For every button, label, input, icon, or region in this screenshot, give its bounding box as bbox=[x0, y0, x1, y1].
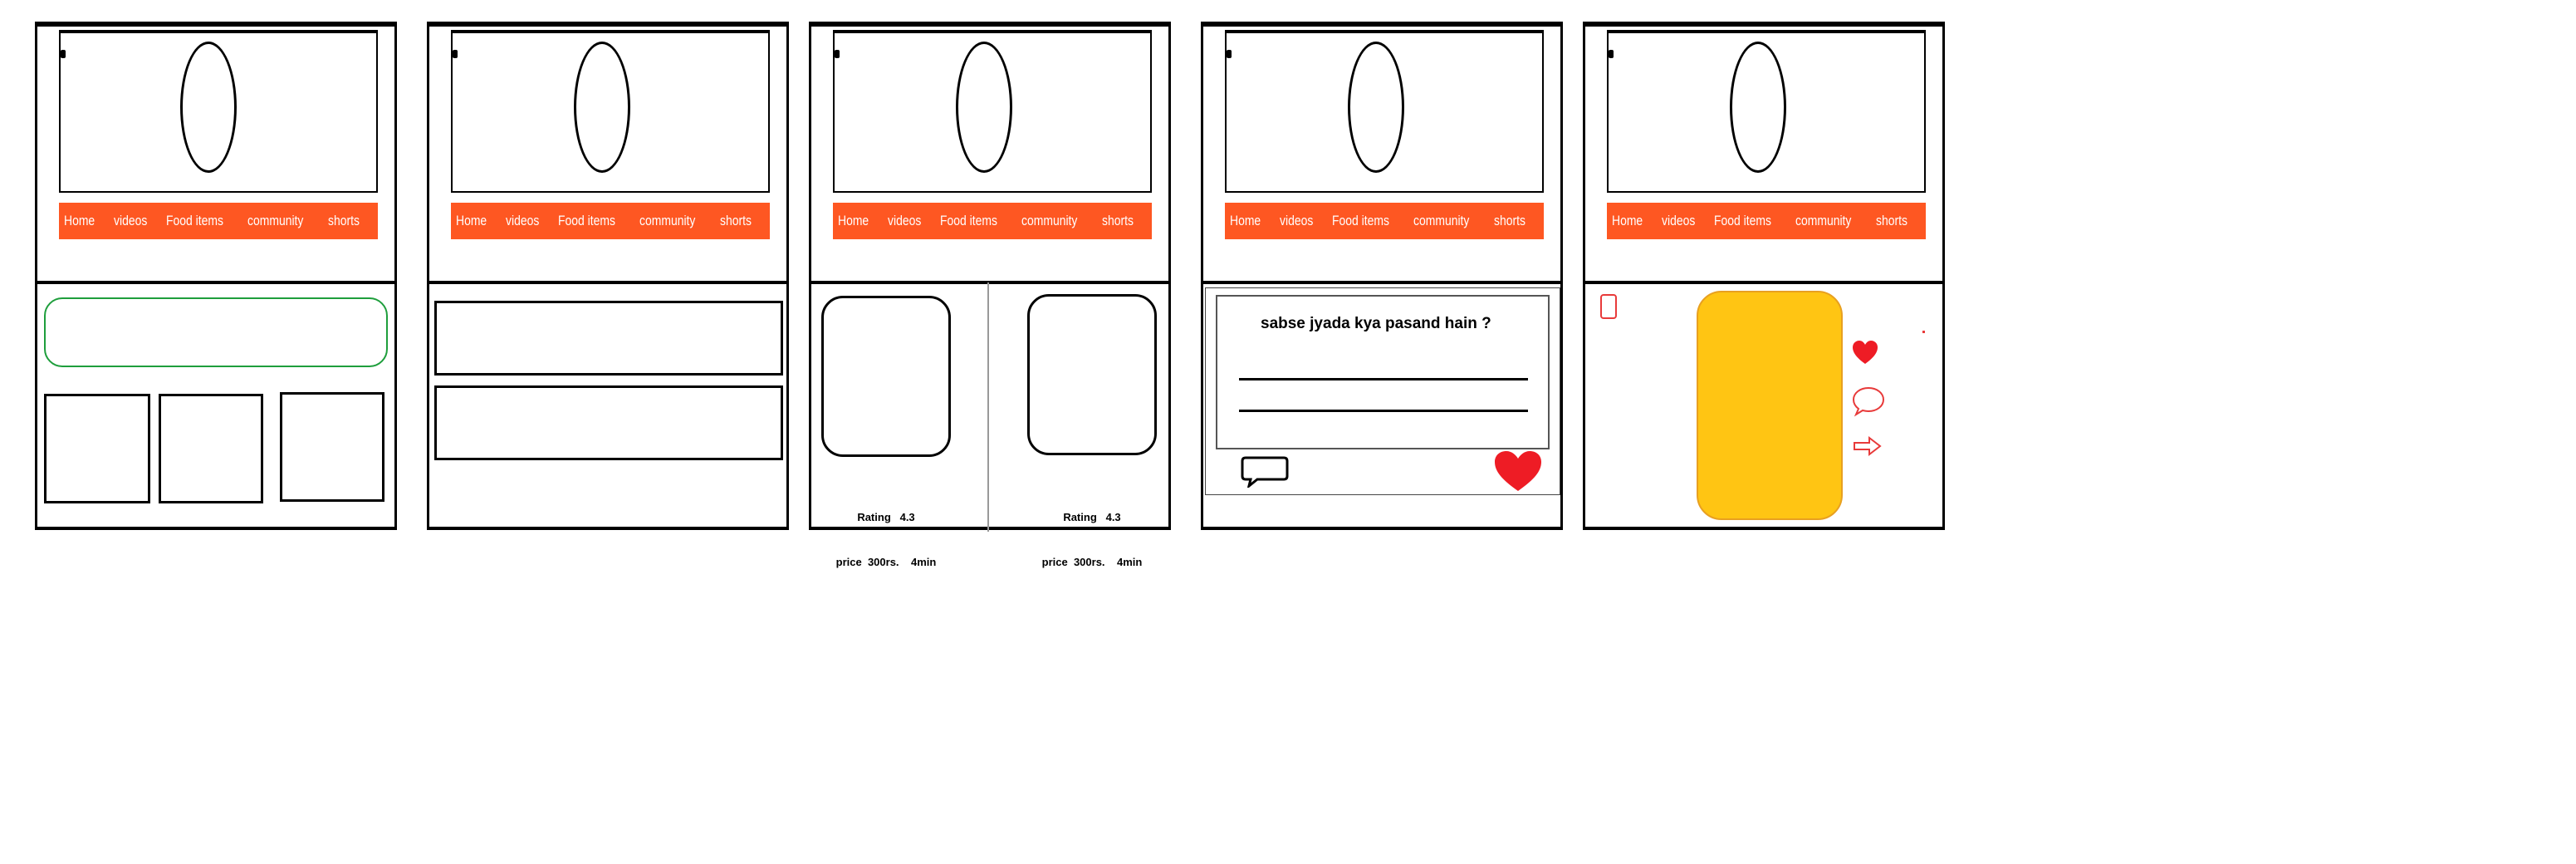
nav-videos[interactable]: videos bbox=[888, 213, 921, 229]
poll-option-line[interactable] bbox=[1239, 410, 1528, 412]
nav-home[interactable]: Home bbox=[1612, 213, 1643, 229]
header-banner bbox=[1607, 30, 1926, 193]
nav-bar: Home videos Food items community shorts bbox=[1607, 203, 1926, 239]
nav-shorts[interactable]: shorts bbox=[1102, 213, 1134, 229]
nav-food-items[interactable]: Food items bbox=[1332, 213, 1389, 229]
content-tile[interactable] bbox=[44, 394, 150, 503]
nav-shorts[interactable]: shorts bbox=[328, 213, 360, 229]
video-row[interactable] bbox=[434, 385, 783, 460]
wireframe-food-items: Home videos Food items community shorts … bbox=[809, 22, 1171, 568]
nav-home[interactable]: Home bbox=[838, 213, 869, 229]
price-text: price 300rs. 4min bbox=[1041, 556, 1143, 568]
nav-community[interactable]: community bbox=[639, 213, 695, 229]
nav-home[interactable]: Home bbox=[1230, 213, 1261, 229]
content-tile[interactable] bbox=[159, 394, 263, 503]
featured-banner-box[interactable] bbox=[44, 297, 388, 367]
nav-food-items[interactable]: Food items bbox=[940, 213, 997, 229]
nav-bar: Home videos Food items community shorts bbox=[59, 203, 378, 239]
banner-dot bbox=[453, 50, 458, 58]
nav-home[interactable]: Home bbox=[64, 213, 95, 229]
nav-videos[interactable]: videos bbox=[114, 213, 147, 229]
nav-community[interactable]: community bbox=[1413, 213, 1469, 229]
banner-dot bbox=[835, 50, 840, 58]
nav-shorts[interactable]: shorts bbox=[720, 213, 752, 229]
nav-shorts[interactable]: shorts bbox=[1876, 213, 1908, 229]
logo-oval bbox=[956, 42, 1012, 173]
heart-icon[interactable] bbox=[1851, 339, 1879, 366]
nav-videos[interactable]: videos bbox=[1280, 213, 1313, 229]
comment-icon[interactable] bbox=[1851, 385, 1886, 417]
rating-text: Rating 4.3 bbox=[857, 511, 915, 523]
price-text: price 300rs. 4min bbox=[835, 556, 937, 568]
section-divider bbox=[35, 281, 397, 284]
header-banner bbox=[833, 30, 1152, 193]
nav-community[interactable]: community bbox=[1795, 213, 1851, 229]
wireframe-shorts: Home videos Food items community shorts bbox=[1583, 22, 1945, 530]
red-dot-mark bbox=[1922, 331, 1925, 333]
short-video-player[interactable] bbox=[1697, 291, 1843, 520]
nav-home[interactable]: Home bbox=[456, 213, 487, 229]
wireframe-videos: Home videos Food items community shorts bbox=[427, 22, 789, 530]
nav-bar: Home videos Food items community shorts bbox=[833, 203, 1152, 239]
wireframe-community: Home videos Food items community shorts … bbox=[1201, 22, 1563, 530]
rating-text: Rating 4.3 bbox=[1063, 511, 1121, 523]
logo-oval bbox=[180, 42, 237, 173]
banner-dot bbox=[1227, 50, 1232, 58]
header-banner bbox=[1225, 30, 1544, 193]
food-card-image[interactable] bbox=[821, 296, 951, 457]
logo-oval bbox=[574, 42, 630, 173]
nav-shorts[interactable]: shorts bbox=[1494, 213, 1526, 229]
section-divider bbox=[1201, 281, 1563, 284]
wireframe-home: Home videos Food items community shorts bbox=[35, 22, 397, 530]
nav-community[interactable]: community bbox=[247, 213, 303, 229]
banner-dot bbox=[1609, 50, 1614, 58]
poll-option-line[interactable] bbox=[1239, 378, 1528, 380]
poll-question: sabse jyada kya pasand hain ? bbox=[1261, 315, 1491, 332]
header-banner bbox=[451, 30, 770, 193]
section-divider bbox=[809, 281, 1171, 284]
phone-icon[interactable] bbox=[1600, 294, 1617, 319]
video-row[interactable] bbox=[434, 301, 783, 376]
comment-icon[interactable] bbox=[1241, 454, 1290, 488]
nav-food-items[interactable]: Food items bbox=[166, 213, 223, 229]
nav-bar: Home videos Food items community shorts bbox=[451, 203, 770, 239]
poll-box: sabse jyada kya pasand hain ? bbox=[1216, 295, 1550, 449]
food-card-info: Rating 4.3 price 300rs. 4min bbox=[1026, 480, 1158, 600]
nav-community[interactable]: community bbox=[1021, 213, 1077, 229]
logo-oval bbox=[1348, 42, 1404, 173]
nav-food-items[interactable]: Food items bbox=[1714, 213, 1771, 229]
nav-videos[interactable]: videos bbox=[1662, 213, 1695, 229]
section-divider bbox=[1583, 281, 1945, 284]
nav-food-items[interactable]: Food items bbox=[558, 213, 615, 229]
share-arrow-icon[interactable] bbox=[1853, 435, 1883, 457]
food-card-image[interactable] bbox=[1027, 294, 1157, 455]
food-card-info: Rating 4.3 price 300rs. 4min bbox=[820, 480, 953, 600]
nav-videos[interactable]: videos bbox=[506, 213, 539, 229]
section-divider bbox=[427, 281, 789, 284]
header-banner bbox=[59, 30, 378, 193]
heart-icon[interactable] bbox=[1493, 449, 1543, 493]
column-divider bbox=[987, 282, 989, 532]
banner-dot bbox=[61, 50, 66, 58]
nav-bar: Home videos Food items community shorts bbox=[1225, 203, 1544, 239]
logo-oval bbox=[1730, 42, 1786, 173]
content-tile[interactable] bbox=[280, 392, 384, 502]
community-post: sabse jyada kya pasand hain ? bbox=[1205, 287, 1560, 495]
